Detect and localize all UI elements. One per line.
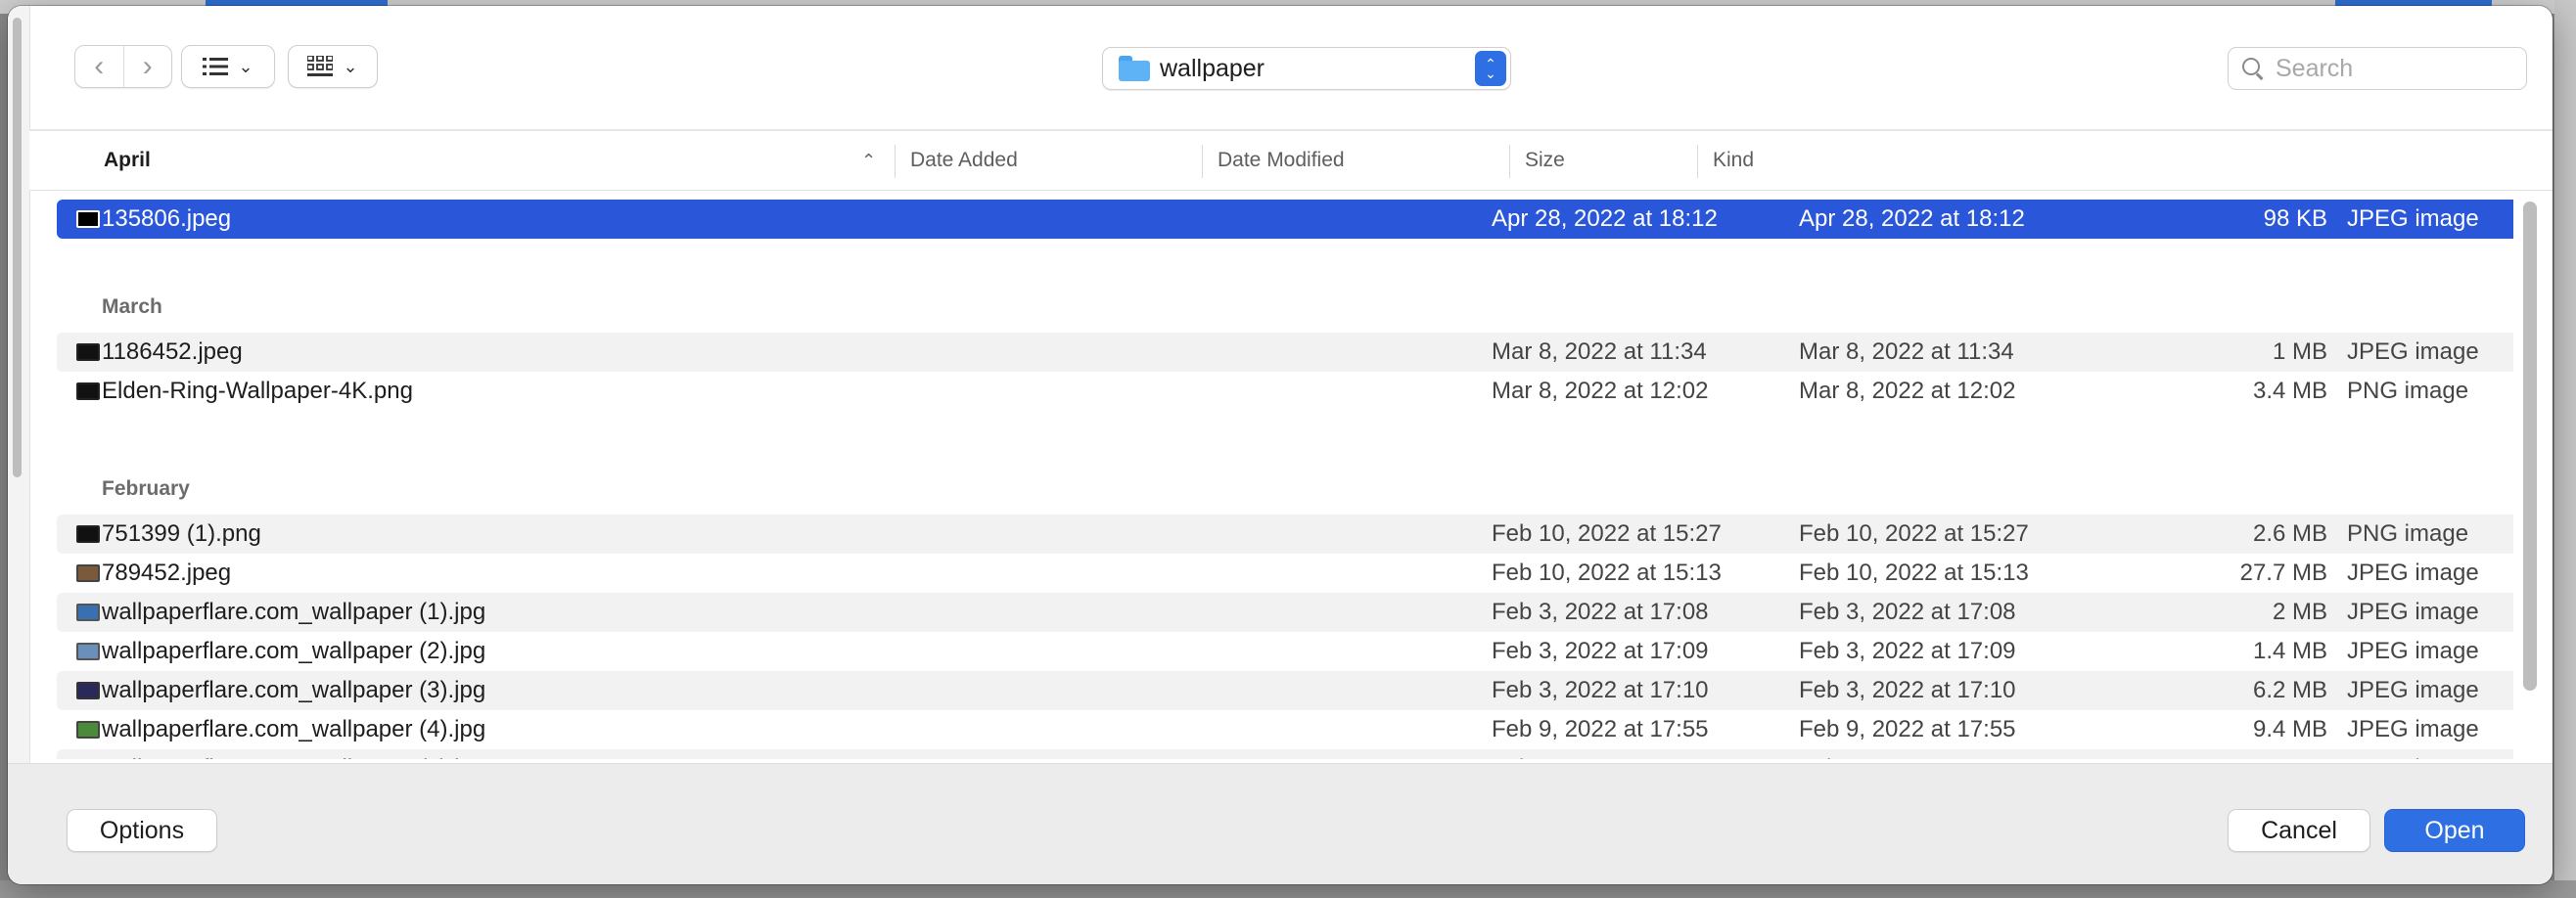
column-date-modified-header[interactable]: Date Modified bbox=[1204, 131, 1497, 190]
column-name-header[interactable]: April bbox=[104, 131, 924, 190]
image-thumbnail-icon bbox=[76, 682, 100, 699]
file-row[interactable]: 1186452.jpeg Mar 8, 2022 at 11:34 Mar 8,… bbox=[57, 333, 2513, 372]
search-icon bbox=[2242, 58, 2264, 80]
back-button[interactable]: ‹ bbox=[75, 46, 123, 87]
file-row[interactable]: 751399 (1).png Feb 10, 2022 at 15:27 Feb… bbox=[57, 515, 2513, 554]
dialog-footer: Options Cancel Open bbox=[8, 763, 2553, 884]
column-size-header[interactable]: Size bbox=[1511, 131, 1687, 190]
folder-icon bbox=[1119, 56, 1150, 81]
column-kind-header[interactable]: Kind bbox=[1699, 131, 1895, 190]
location-label: wallpaper bbox=[1160, 54, 1265, 82]
file-row[interactable]: 789452.jpeg Feb 10, 2022 at 15:13 Feb 10… bbox=[57, 554, 2513, 593]
options-button[interactable]: Options bbox=[67, 809, 217, 852]
file-row[interactable]: 135806.jpeg Apr 28, 2022 at 18:12 Apr 28… bbox=[57, 200, 2513, 239]
chevron-down-icon: ⌄ bbox=[238, 56, 253, 76]
grid-view-button[interactable]: ⌄ bbox=[288, 45, 378, 88]
group-header-march: March bbox=[102, 295, 162, 318]
file-row[interactable]: Elden-Ring-Wallpaper-4K.png Mar 8, 2022 … bbox=[57, 372, 2513, 411]
list-view-icon bbox=[203, 58, 229, 75]
search-input[interactable] bbox=[2274, 53, 2512, 84]
file-list: 135806.jpeg Apr 28, 2022 at 18:12 Apr 28… bbox=[29, 192, 2513, 759]
file-row[interactable]: wallpaperflare.com_wallpaper (3).jpg Feb… bbox=[57, 671, 2513, 710]
image-thumbnail-icon bbox=[76, 343, 100, 361]
file-row[interactable]: wallpaperflare.com_wallpaper (5).jpg Feb… bbox=[57, 749, 2513, 759]
background-app-edge bbox=[2554, 0, 2576, 898]
popup-arrows-icon: ⌃ ⌄ bbox=[1475, 51, 1506, 86]
sidebar-scrollbar[interactable] bbox=[13, 18, 22, 477]
image-thumbnail-icon bbox=[76, 382, 100, 400]
file-row[interactable]: wallpaperflare.com_wallpaper (1).jpg Feb… bbox=[57, 593, 2513, 632]
list-view-button[interactable]: ⌄ bbox=[181, 45, 275, 88]
image-thumbnail-icon bbox=[76, 525, 100, 543]
back-forward-group: ‹ › bbox=[74, 45, 172, 88]
file-row[interactable]: wallpaperflare.com_wallpaper (2).jpg Feb… bbox=[57, 632, 2513, 671]
scrollbar-thumb[interactable] bbox=[2523, 202, 2537, 691]
open-button[interactable]: Open bbox=[2384, 809, 2525, 852]
image-thumbnail-icon bbox=[76, 564, 100, 582]
column-date-added-header[interactable]: Date Added bbox=[897, 131, 1200, 190]
search-field[interactable] bbox=[2228, 47, 2527, 90]
sort-ascending-icon: ⌃ bbox=[861, 151, 877, 170]
image-thumbnail-icon bbox=[76, 604, 100, 621]
image-thumbnail-icon bbox=[76, 210, 100, 228]
group-header-february: February bbox=[102, 477, 190, 500]
grid-view-icon bbox=[307, 56, 334, 76]
image-thumbnail-icon bbox=[76, 643, 100, 660]
cancel-button[interactable]: Cancel bbox=[2228, 809, 2370, 852]
column-header: April ⌃ Date Added Date Modified Size Ki… bbox=[29, 131, 2553, 191]
file-row[interactable]: wallpaperflare.com_wallpaper (4).jpg Feb… bbox=[57, 710, 2513, 749]
sidebar-edge bbox=[8, 6, 30, 884]
chevron-down-icon: ⌄ bbox=[343, 56, 358, 76]
image-thumbnail-icon bbox=[76, 721, 100, 739]
forward-button[interactable]: › bbox=[123, 46, 171, 87]
open-file-dialog: ‹ › ⌄ ⌄ wallpaper ⌃ ⌄ Search April ⌃ Dat… bbox=[8, 6, 2553, 884]
chevron-left-icon: ‹ bbox=[94, 50, 105, 82]
dialog-toolbar: ‹ › ⌄ ⌄ wallpaper ⌃ ⌄ Search bbox=[29, 6, 2553, 131]
file-list-scrollbar[interactable] bbox=[2519, 192, 2541, 759]
chevron-right-icon: › bbox=[142, 50, 153, 82]
location-popup[interactable]: wallpaper ⌃ ⌄ bbox=[1102, 47, 1511, 90]
